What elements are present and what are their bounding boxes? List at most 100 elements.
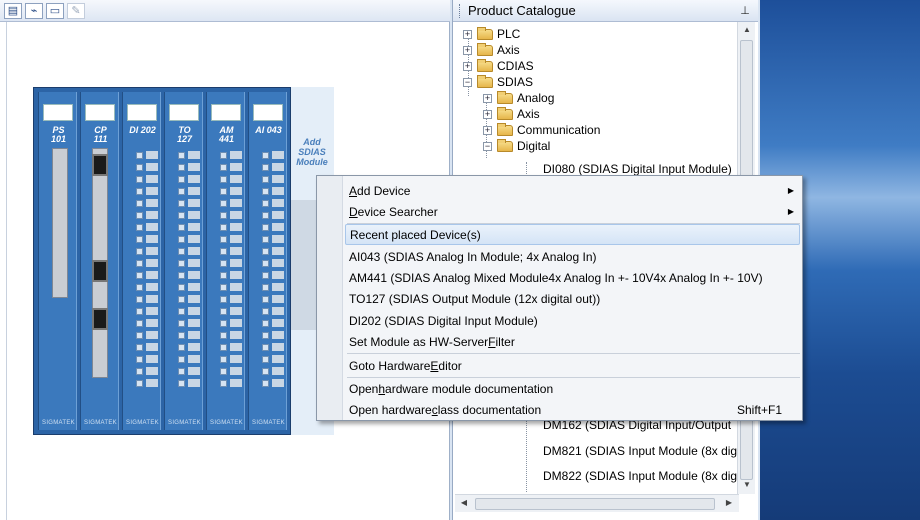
terminal-pins (126, 150, 159, 400)
menu-item-device-searcher[interactable]: Device Searcher ▶ (345, 201, 800, 222)
menu-text: Open hardware (349, 402, 432, 417)
menu-item-recent-di202[interactable]: DI202 (SDIAS Digital Input Module) (345, 310, 800, 331)
grip-handle[interactable] (459, 3, 462, 18)
module-label-box (43, 104, 73, 121)
pin-clamp (230, 211, 242, 219)
pin-clamp (230, 343, 242, 351)
tree-node-axis[interactable]: + Axis (463, 42, 520, 58)
pin-clamp (272, 259, 284, 267)
window-icon[interactable]: ▭ (46, 2, 64, 19)
tree-node-digital[interactable]: − Digital (483, 138, 550, 154)
menu-item-goto-hardware-editor[interactable]: Goto Hardware Editor (345, 355, 800, 376)
new-page-icon[interactable]: ▤ (4, 2, 22, 19)
pin-clamp (188, 355, 200, 363)
tree-node-plc[interactable]: + PLC (463, 26, 520, 42)
expand-icon[interactable]: + (483, 109, 492, 119)
module-ps101[interactable]: PS 101 SIGMATEK (38, 92, 77, 430)
pin-socket (136, 175, 143, 183)
pin-clamp (272, 187, 284, 195)
scroll-left-icon[interactable]: ◀ (458, 498, 470, 510)
terminal-pin-row (126, 222, 159, 232)
pin-clamp (230, 355, 242, 363)
terminal-pin-row (168, 342, 201, 352)
module-brand: SIGMATEK (210, 420, 243, 426)
tree-node-sdias[interactable]: − SDIAS (463, 74, 533, 90)
terminal-pin-row (168, 246, 201, 256)
pin-clamp (146, 223, 158, 231)
menu-item-recent-to127[interactable]: TO127 (SDIAS Output Module (12x digital … (345, 288, 800, 309)
menu-text: Open (349, 381, 379, 396)
menu-item-recent-am441[interactable]: AM441 (SDIAS Analog Mixed Module4x Analo… (345, 267, 800, 288)
scroll-down-icon[interactable]: ▼ (741, 480, 753, 492)
chart-icon[interactable]: ⌁ (25, 2, 43, 19)
module-brand: SIGMATEK (126, 420, 159, 426)
terminal-pin-row (168, 210, 201, 220)
pin-socket (220, 187, 227, 195)
module-am441[interactable]: AM 441 SIGMATEK (206, 92, 245, 430)
module-cp111[interactable]: CP 111 SIGMATEK (80, 92, 119, 430)
terminal-pin-row (252, 366, 285, 376)
menu-item-set-hw-server-filter[interactable]: Set Module as HW-Server Filter (345, 331, 800, 352)
pin-socket (178, 175, 185, 183)
pin-socket (220, 175, 227, 183)
terminal-pin-row (168, 174, 201, 184)
scroll-right-icon[interactable]: ▶ (723, 498, 735, 510)
ethernet-port-icon (92, 154, 108, 176)
module-label-box (85, 104, 115, 121)
pin-clamp (146, 187, 158, 195)
expand-icon[interactable]: + (483, 93, 492, 103)
tree-node-cdias[interactable]: + CDIAS (463, 58, 534, 74)
collapse-icon[interactable]: − (483, 141, 492, 151)
terminal-pin-row (210, 222, 243, 232)
terminal-pin-row (126, 354, 159, 364)
pin-clamp (146, 211, 158, 219)
pin-socket (178, 259, 185, 267)
terminal-pin-row (126, 234, 159, 244)
module-di202[interactable]: DI 202 SIGMATEK (122, 92, 161, 430)
pin-clamp (188, 223, 200, 231)
scroll-up-icon[interactable]: ▲ (741, 25, 753, 37)
expand-icon[interactable]: + (463, 61, 472, 71)
horizontal-scrollbar[interactable]: ◀ ▶ (455, 494, 739, 512)
terminal-pin-row (126, 366, 159, 376)
tree-node-communication[interactable]: + Communication (483, 122, 600, 138)
module-brand: SIGMATEK (252, 420, 285, 426)
tree-node-label: DM822 (SDIAS Input Module (8x dig (543, 469, 738, 483)
menu-item-recent-placed-devices[interactable]: Recent placed Device(s) (345, 224, 800, 245)
module-label-box (169, 104, 199, 121)
expand-icon[interactable]: + (463, 29, 472, 39)
tree-node-label: Communication (517, 123, 601, 137)
menu-item-open-class-doc[interactable]: Open hardware c lass documentation Shift+… (345, 399, 800, 420)
terminal-pin-row (210, 150, 243, 160)
module-ai043[interactable]: AI 043 SIGMATEK (248, 92, 287, 430)
pin-socket (220, 247, 227, 255)
scrollbar-thumb[interactable] (475, 498, 715, 510)
tree-node-dm821[interactable]: DM821 (SDIAS Input Module (8x dig (543, 443, 737, 459)
pin-socket (178, 343, 185, 351)
pin-socket (136, 343, 143, 351)
terminal-pin-row (210, 270, 243, 280)
pin-clamp (146, 235, 158, 243)
pin-socket (136, 199, 143, 207)
terminal-pins (168, 150, 201, 400)
menu-item-open-module-doc[interactable]: Open h ardware module documentation (345, 378, 800, 399)
terminal-pin-row (210, 318, 243, 328)
tree-node-dm822[interactable]: DM822 (SDIAS Input Module (8x dig (543, 468, 737, 484)
terminal-pin-row (252, 174, 285, 184)
pin-clamp (230, 163, 242, 171)
tree-node-label: CDIAS (497, 59, 534, 73)
expand-icon[interactable]: + (463, 45, 472, 55)
terminal-pin-row (252, 318, 285, 328)
module-name: PS 101 (50, 125, 67, 144)
pin-clamp (146, 331, 158, 339)
expand-icon[interactable]: + (483, 125, 492, 135)
add-sdias-module-slot[interactable]: Add SDIAS Module (292, 137, 332, 167)
menu-item-recent-ai043[interactable]: AI043 (SDIAS Analog In Module; 4x Analog… (345, 246, 800, 267)
pin-icon[interactable]: ⊥ (738, 4, 752, 17)
pin-clamp (272, 379, 284, 387)
menu-item-add-device[interactable]: Add Device ▶ (345, 180, 800, 201)
collapse-icon[interactable]: − (463, 77, 472, 87)
tree-node-sdias-axis[interactable]: + Axis (483, 106, 540, 122)
module-to127[interactable]: TO 127 SIGMATEK (164, 92, 203, 430)
tree-node-analog[interactable]: + Analog (483, 90, 554, 106)
